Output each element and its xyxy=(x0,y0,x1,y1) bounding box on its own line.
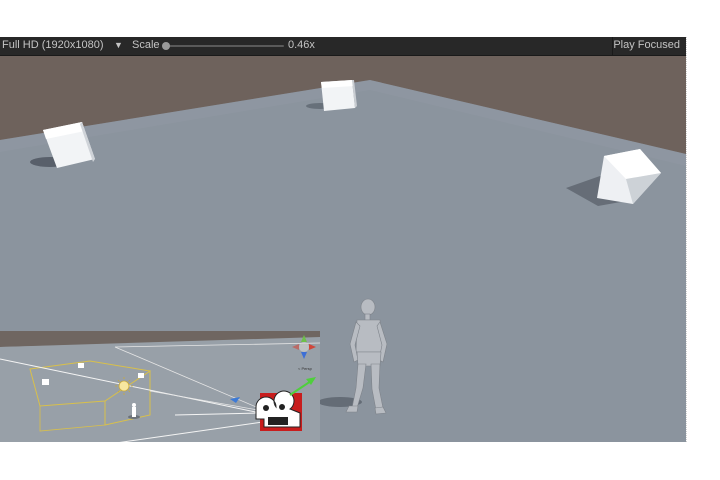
scale-value: 0.46x xyxy=(288,39,315,51)
scene-view-render xyxy=(0,331,320,442)
gizmo-projection-label[interactable]: < Persp xyxy=(298,366,312,371)
scene-view-inset[interactable]: < Persp xyxy=(0,331,320,442)
game-viewport[interactable]: < Persp xyxy=(0,56,686,442)
scale-slider[interactable] xyxy=(162,42,284,50)
window-edge xyxy=(686,37,688,442)
scale-slider-knob[interactable] xyxy=(162,42,170,50)
scale-label: Scale xyxy=(132,39,160,51)
game-view-window: Full HD (1920x1080) ▼ Scale 0.46x Play F… xyxy=(0,37,686,442)
inset-cube xyxy=(42,379,49,385)
camera-icon[interactable] xyxy=(255,390,302,431)
resolution-dropdown-label[interactable]: Full HD (1920x1080) xyxy=(2,39,104,51)
play-focused-dropdown[interactable]: Play Focused xyxy=(613,39,680,51)
chevron-down-icon[interactable]: ▼ xyxy=(114,40,123,50)
game-view-toolbar: Full HD (1920x1080) ▼ Scale 0.46x Play F… xyxy=(0,37,686,56)
